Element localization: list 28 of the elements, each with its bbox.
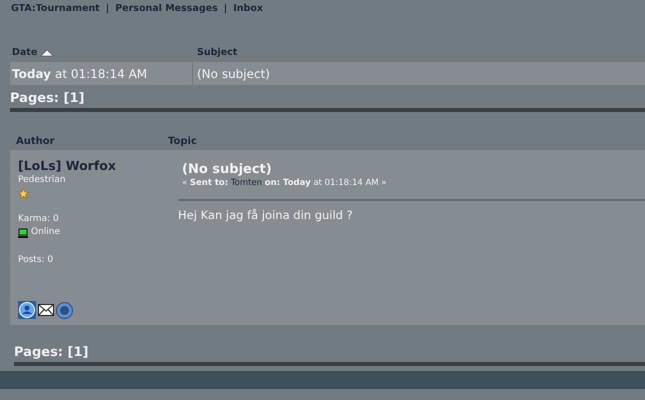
recipient-link[interactable]: Tomten xyxy=(230,178,262,188)
email-icon[interactable] xyxy=(38,304,54,316)
post-count: Posts: 0 xyxy=(18,254,54,266)
breadcrumb-separator: | xyxy=(224,2,228,16)
breadcrumb-link[interactable]: Inbox xyxy=(233,2,263,16)
member-rank: Pedestrian xyxy=(18,174,66,187)
column-header: Author xyxy=(15,134,56,148)
pagination-label: Pages: [1] xyxy=(10,91,84,107)
message-row[interactable]: Today at 01:18:14 AM (No subject) xyxy=(10,62,645,85)
karma-label: Karma: 0 xyxy=(18,212,59,226)
message-body: Hej Kan jag få joina din guild ? xyxy=(178,206,353,224)
previous-link[interactable]: « xyxy=(182,178,188,188)
breadcrumb-link[interactable]: Personal Messages xyxy=(115,2,218,16)
column-header[interactable]: Date xyxy=(12,46,38,60)
profile-icon[interactable] xyxy=(18,301,36,319)
pagination-label: Pages: [1] xyxy=(14,345,88,361)
column-header: Topic xyxy=(168,134,197,148)
breadcrumb-separator: | xyxy=(106,2,110,16)
table-cell-text: (No subject) xyxy=(196,66,270,82)
table-cell: Today at 01:18:14 AM xyxy=(10,62,193,85)
next-link[interactable]: » xyxy=(381,178,387,188)
column-header[interactable]: Subject xyxy=(197,46,238,60)
breadcrumb-link[interactable]: GTA:Tournament xyxy=(11,2,100,16)
star-icon xyxy=(18,188,29,198)
online-status: Online xyxy=(31,226,60,239)
author-name[interactable]: [LoLs] Worfox xyxy=(18,158,116,174)
post-title: (No subject) xyxy=(182,162,272,177)
post-meta: « Sent to: Tomten on: Today at 01:18:14 AM » xyxy=(182,177,387,190)
